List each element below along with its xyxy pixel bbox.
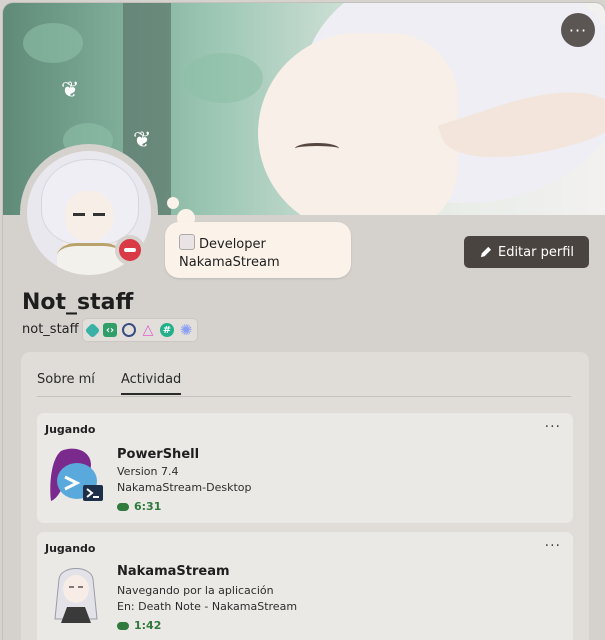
activity-elapsed: 1:42: [117, 619, 161, 632]
badge-list: ‹› △ # ✺: [82, 318, 198, 342]
activity-elapsed-text: 6:31: [134, 500, 162, 513]
activity-name: NakamaStream: [117, 564, 230, 579]
diamond-badge-icon[interactable]: [84, 322, 101, 338]
activity-details: Version 7.4: [117, 465, 179, 478]
activity-more-button[interactable]: ···: [545, 419, 561, 435]
status-text-2: NakamaStream: [179, 255, 280, 270]
activity-card: Jugando ··· NakamaStream Navegando por l…: [37, 532, 573, 640]
profile-tabs: Sobre mí Actividad: [37, 370, 571, 397]
banner-closed-eye: [295, 143, 339, 154]
ring-badge-icon[interactable]: [122, 323, 136, 337]
status-bar: [124, 248, 136, 252]
edit-profile-button[interactable]: Editar perfil: [464, 236, 589, 268]
status-line-1: Developer: [179, 234, 337, 254]
gear-badge-icon[interactable]: ✺: [179, 321, 193, 339]
tab-sobre-mi[interactable]: Sobre mí: [37, 372, 95, 387]
nakamastream-art: [47, 563, 107, 623]
activity-state: NakamaStream-Desktop: [117, 481, 252, 494]
activity-name: PowerShell: [117, 447, 200, 462]
activity-state: En: Death Note - NakamaStream: [117, 600, 298, 613]
avatar-body: [57, 243, 123, 275]
butterfly-icon: ❦: [61, 78, 80, 103]
banner-face: [258, 33, 458, 215]
nakamastream-icon: [47, 563, 107, 623]
status-dot: [119, 239, 141, 261]
display-name: Not_staff: [22, 290, 134, 315]
activity-elapsed-text: 1:42: [134, 619, 162, 632]
banner-leaf: [183, 53, 263, 103]
gamepad-icon: [117, 621, 129, 630]
status-emoji-icon: [179, 234, 195, 250]
activity-more-button[interactable]: ···: [545, 538, 561, 554]
tab-actividad[interactable]: Actividad: [121, 372, 182, 395]
activity-heading: Jugando: [45, 542, 96, 555]
profile-panel: Sobre mí Actividad Jugando ··· PowerShel…: [21, 352, 589, 640]
activity-card: Jugando ··· PowerShell Version 7.4 Nakam…: [37, 413, 573, 523]
profile-more-button[interactable]: ···: [561, 13, 595, 47]
powershell-art: [50, 448, 103, 501]
profile-popout: ❦ ❦ ··· Developer NakamaStream Editar pe…: [3, 3, 605, 640]
banner-leaf: [23, 23, 83, 63]
edit-profile-label: Editar perfil: [497, 244, 574, 260]
avatar-face: [65, 191, 113, 241]
thought-bubble-dot: [167, 197, 179, 209]
hashtag-badge-icon[interactable]: #: [160, 323, 174, 337]
triangle-badge-icon[interactable]: △: [141, 322, 155, 338]
custom-status-bubble[interactable]: Developer NakamaStream: [165, 222, 351, 278]
pencil-icon: [480, 246, 492, 257]
username: not_staff: [22, 322, 79, 337]
activity-details: Navegando por la aplicación: [117, 584, 274, 597]
code-badge-icon[interactable]: ‹›: [103, 323, 117, 337]
avatar-eye: [73, 213, 85, 216]
status-dnd-icon: [115, 235, 145, 265]
gamepad-icon: [117, 502, 129, 511]
status-text-1: Developer: [199, 237, 266, 252]
powershell-icon: [47, 445, 107, 505]
butterfly-icon: ❦: [133, 128, 152, 153]
avatar-eye: [93, 213, 105, 216]
activity-elapsed: 6:31: [117, 500, 161, 513]
activity-heading: Jugando: [45, 423, 96, 436]
more-dots-icon: ···: [568, 20, 588, 40]
